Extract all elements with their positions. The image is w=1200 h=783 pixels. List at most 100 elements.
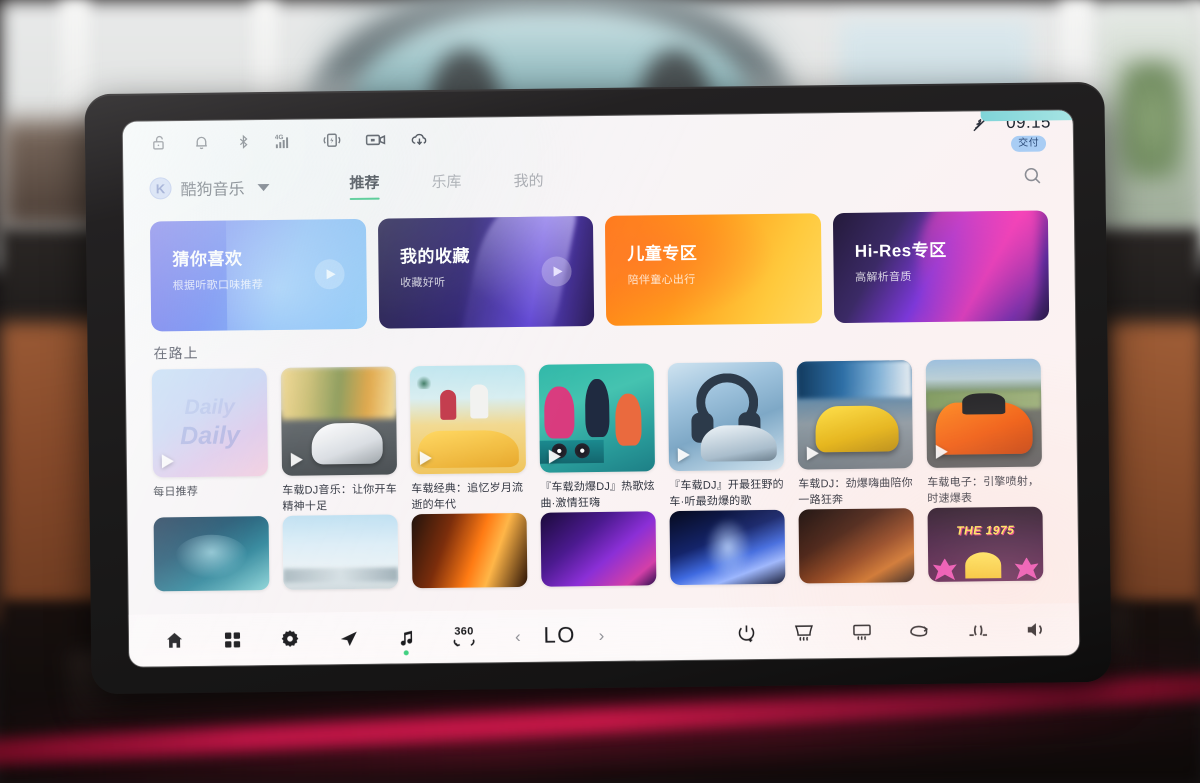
playlist-thumbnail-cockpit[interactable] <box>153 516 270 592</box>
figure-decor <box>469 384 489 420</box>
gear-icon[interactable] <box>261 618 319 659</box>
banner-subtitle: 根据听歌口味推荐 <box>172 279 264 293</box>
bg-foliage <box>1118 60 1184 180</box>
list-item[interactable]: Daily Daily 每日推荐 <box>151 368 269 517</box>
tab-library[interactable]: 乐库 <box>431 171 461 199</box>
playlist-thumbnail-wild-dj[interactable] <box>667 361 785 472</box>
status-icon-group: 4G <box>149 129 429 152</box>
banner-carousel: 猜你喜欢 根据听歌口味推荐 我的收藏 收藏好听 儿童专区 陪伴童心出行 Hi-R… <box>149 210 1050 332</box>
banner-hires-zone[interactable]: Hi-Res专区 高解析音质 <box>832 210 1050 324</box>
play-icon[interactable] <box>419 451 432 466</box>
air-recirculation-icon[interactable] <box>891 611 949 652</box>
list-item[interactable] <box>540 511 657 587</box>
kugou-logo-icon: K <box>149 177 172 200</box>
unlock-icon[interactable] <box>149 132 169 152</box>
app-header: K 酷狗音乐 推荐 乐库 我的 <box>123 152 1074 214</box>
cloud-download-icon[interactable] <box>409 129 429 149</box>
leaf-decor <box>1015 557 1039 579</box>
chevron-down-icon[interactable] <box>257 183 270 191</box>
list-item[interactable]: 车载经典：追忆岁月流逝的年代 <box>409 364 527 514</box>
navigation-arrow-icon[interactable] <box>319 618 377 659</box>
banner-title: 猜你喜欢 <box>172 249 243 270</box>
signal-4g-label: 4G <box>275 134 284 141</box>
rear-defrost-icon[interactable] <box>833 611 891 652</box>
playlist-thumbnail-dj-run[interactable] <box>796 360 914 470</box>
list-item[interactable] <box>153 516 270 592</box>
sun-decor <box>964 552 1002 579</box>
playlist-thumbnail-dj-music[interactable] <box>280 366 398 476</box>
playlist-title: 车载DJ音乐：让你开车精神十足 <box>282 483 397 513</box>
banner-title: Hi-Res专区 <box>854 240 947 261</box>
temperature-control: ‹ LO › <box>515 622 605 649</box>
section-title-on-the-road: 在路上 <box>153 344 199 362</box>
leaf-decor <box>933 558 957 580</box>
dock-climate-group <box>717 609 1079 653</box>
list-item[interactable] <box>411 512 528 589</box>
list-item[interactable]: 车载DJ：劲爆嗨曲陪你一路狂奔 <box>796 360 914 509</box>
play-icon[interactable] <box>677 447 690 463</box>
playlist-row-1: Daily Daily 每日推荐 车载DJ音乐：让你开车精神十足 车载经典：追忆岁… <box>151 358 1064 517</box>
playlist-thumbnail-lightning[interactable] <box>669 509 786 586</box>
playlist-thumbnail-fire[interactable] <box>411 512 528 589</box>
dock-left-group: 360 ‹ LO › <box>129 615 619 661</box>
banner-my-favorites[interactable]: 我的收藏 收藏好听 <box>377 216 595 329</box>
apps-grid-icon[interactable] <box>203 619 261 660</box>
banner-subtitle: 高解析音质 <box>855 271 912 284</box>
car-decor <box>815 405 899 453</box>
ac-power-icon[interactable] <box>717 613 775 654</box>
app-tabs: 推荐 乐库 我的 <box>349 170 543 200</box>
music-active-indicator <box>403 650 409 656</box>
playlist-title: 车载电子：引擎喷射，时速爆表 <box>927 475 1040 505</box>
list-item[interactable] <box>282 514 399 590</box>
playlist-thumbnail-autumn[interactable] <box>798 508 915 584</box>
chevron-right-icon[interactable]: › <box>599 625 605 644</box>
list-item[interactable] <box>669 509 786 586</box>
play-icon[interactable] <box>161 454 174 469</box>
car-decor <box>935 401 1033 455</box>
play-icon[interactable] <box>806 446 819 461</box>
bell-icon[interactable] <box>191 132 211 152</box>
playlist-thumbnail-electronic[interactable] <box>925 358 1042 468</box>
playlist-thumbnail-the-1975[interactable]: THE 1975 <box>927 506 1044 582</box>
playlist-thumbnail-classics[interactable] <box>409 364 527 475</box>
app-brand-switcher[interactable]: K 酷狗音乐 <box>149 175 270 200</box>
play-icon[interactable] <box>935 444 948 459</box>
list-item[interactable] <box>798 508 915 584</box>
playlist-thumbnail-hot-dj[interactable] <box>538 363 656 473</box>
chevron-left-icon[interactable]: ‹ <box>515 626 521 645</box>
tab-mine[interactable]: 我的 <box>513 170 543 198</box>
list-item[interactable]: 车载电子：引擎喷射，时速爆表 <box>925 358 1043 508</box>
list-item[interactable]: 『车载劲爆DJ』热歌炫曲·激情狂嗨 <box>538 363 656 512</box>
banner-guess-you-like[interactable]: 猜你喜欢 根据听歌口味推荐 <box>149 218 367 332</box>
seat-heating-icon[interactable] <box>949 610 1007 651</box>
volume-icon[interactable] <box>1007 609 1065 650</box>
list-item[interactable]: 『车载DJ』开最狂野的车·听最劲爆的歌 <box>667 361 785 511</box>
camera-360-label: 360 <box>454 625 474 638</box>
album-title-text: THE 1975 <box>956 523 1015 538</box>
tab-recommend[interactable]: 推荐 <box>349 172 379 200</box>
playlist-thumbnail-sky[interactable] <box>282 514 399 590</box>
banner-subtitle: 陪伴童心出行 <box>627 273 696 287</box>
playlist-thumbnail-neon[interactable] <box>540 511 657 587</box>
playlist-title: 车载DJ：劲爆嗨曲陪你一路狂奔 <box>798 477 913 507</box>
banner-subtitle: 收藏好听 <box>400 276 446 290</box>
search-icon[interactable] <box>1021 164 1047 190</box>
front-defrost-icon[interactable] <box>775 612 833 653</box>
list-item[interactable]: 车载DJ音乐：让你开车精神十足 <box>280 366 398 515</box>
banner-title: 我的收藏 <box>399 246 470 267</box>
home-icon[interactable] <box>145 620 203 661</box>
status-badge[interactable]: 交付 <box>1011 135 1047 152</box>
banner-kids-zone[interactable]: 儿童专区 陪伴童心出行 <box>604 213 822 326</box>
play-icon[interactable] <box>290 452 303 467</box>
music-note-icon[interactable] <box>377 617 435 658</box>
camera-360-icon[interactable]: 360 <box>435 616 493 657</box>
list-item[interactable]: THE 1975 <box>927 506 1044 582</box>
figure-decor <box>584 378 610 438</box>
infotainment-screen[interactable]: 4G 09:15 交付 K 酷狗音乐 推荐 乐库 我的 猜你喜欢 根据听歌口味推… <box>122 110 1080 667</box>
temperature-value[interactable]: LO <box>537 622 583 649</box>
bluetooth-icon[interactable] <box>233 131 253 151</box>
dashcam-icon[interactable] <box>365 130 387 150</box>
playlist-thumbnail-daily[interactable]: Daily Daily <box>151 368 269 478</box>
play-icon[interactable] <box>548 449 561 464</box>
car-decor <box>700 424 777 463</box>
